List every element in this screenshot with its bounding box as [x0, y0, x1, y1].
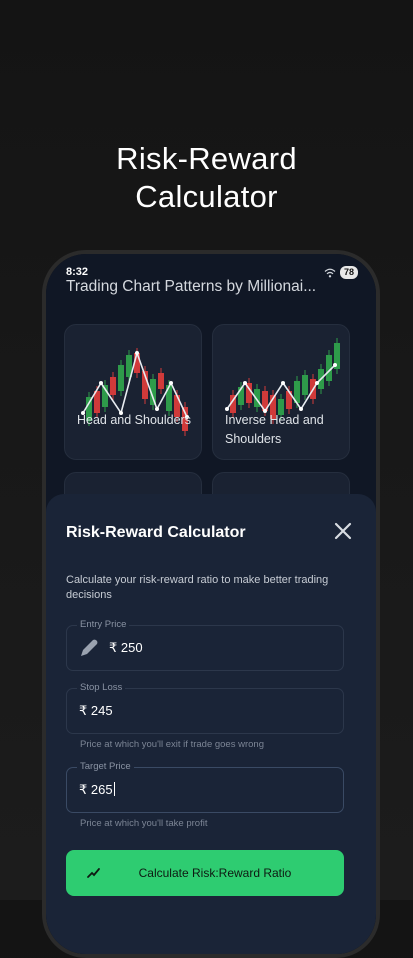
stop-loss-field[interactable]: Stop Loss ₹ 245 — [66, 682, 344, 734]
calculate-button-label: Calculate Risk:Reward Ratio — [138, 866, 292, 880]
text-caret — [113, 782, 116, 796]
close-icon[interactable] — [332, 520, 354, 542]
stop-loss-value: ₹ 245 — [79, 703, 113, 718]
app-title: Trading Chart Patterns by Millionai... — [66, 278, 317, 295]
entry-price-field[interactable]: Entry Price ₹ 250 — [66, 619, 344, 671]
status-time: 8:32 — [66, 266, 89, 278]
app-screen: 8:32 78 Trading Chart Patterns by Millio… — [46, 254, 376, 954]
calculator-sheet: Risk-Reward Calculator Calculate your ri… — [46, 494, 376, 954]
stop-loss-helper: Price at which you'll exit if trade goes… — [80, 739, 264, 750]
entry-price-value: ₹ 250 — [109, 640, 143, 655]
pencil-icon — [81, 639, 98, 656]
card-label: Inverse Head and Shoulders — [225, 413, 324, 446]
calculate-ratio-button[interactable]: Calculate Risk:Reward Ratio — [66, 850, 344, 896]
pattern-card-head-shoulders[interactable]: Head and Shoulders — [64, 324, 202, 460]
target-price-label: Target Price — [77, 761, 134, 772]
phone-frame: 8:32 78 Trading Chart Patterns by Millio… — [42, 250, 380, 958]
entry-price-label: Entry Price — [77, 619, 130, 630]
wifi-icon — [324, 268, 336, 277]
battery-icon: 78 — [339, 266, 358, 279]
promo-title: Risk-Reward Calculator — [116, 141, 297, 214]
head-shoulders-chart-icon — [81, 348, 189, 436]
card-label: Head and Shoulders — [77, 413, 191, 427]
sheet-title: Risk-Reward Calculator — [66, 524, 246, 541]
target-price-helper: Price at which you'll take profit — [80, 818, 208, 829]
stop-loss-label: Stop Loss — [77, 682, 126, 693]
sheet-description: Calculate your risk-reward ratio to make… — [66, 574, 329, 601]
pattern-card-inverse-head-shoulders[interactable]: Inverse Head and Shoulders — [212, 324, 350, 460]
target-price-value: ₹ 265 — [79, 782, 116, 798]
target-price-field[interactable]: Target Price ₹ 265 — [66, 761, 344, 813]
